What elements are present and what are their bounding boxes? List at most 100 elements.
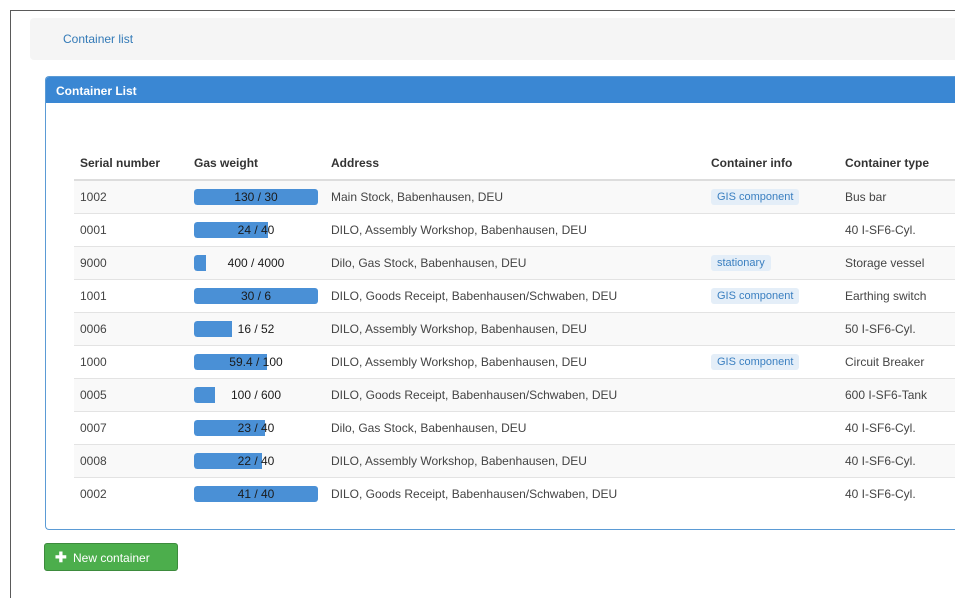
container-list-panel: Container List Serial number Gas weight … bbox=[45, 76, 955, 530]
cell-container-type: 40 I-SF6-Cyl. bbox=[839, 477, 955, 510]
cell-gas-weight: 23 / 40 bbox=[188, 411, 325, 445]
cell-container-info bbox=[705, 312, 839, 346]
table-row[interactable]: 0001 24 / 40 DILO, Assembly Workshop, Babe… bbox=[74, 213, 955, 247]
header-container-type[interactable]: Container type bbox=[839, 147, 955, 181]
cell-container-info: GIS component bbox=[705, 179, 839, 214]
table-row[interactable]: 9000 400 / 4000 Dilo, Gas Stock, Babenhaus… bbox=[74, 246, 955, 280]
table-body: 1002 130 / 30 Main Stock, Babenhausen, DEU… bbox=[74, 179, 955, 510]
gas-weight-gauge: 24 / 40 bbox=[194, 222, 318, 238]
cell-container-info: GIS component bbox=[705, 345, 839, 379]
container-info-badge: stationary bbox=[711, 255, 771, 271]
cell-serial-number: 0001 bbox=[74, 213, 188, 247]
cell-container-type: Circuit Breaker bbox=[839, 345, 955, 379]
gas-weight-gauge: 130 / 30 bbox=[194, 189, 318, 205]
cell-container-type: Earthing switch bbox=[839, 279, 955, 313]
header-address[interactable]: Address bbox=[325, 147, 705, 181]
gas-weight-value: 59.4 / 100 bbox=[229, 355, 283, 369]
gas-weight-gauge: 100 / 600 bbox=[194, 387, 318, 403]
gas-weight-gauge: 23 / 40 bbox=[194, 420, 318, 436]
cell-container-info: stationary bbox=[705, 246, 839, 280]
gas-weight-gauge: 16 / 52 bbox=[194, 321, 318, 337]
table-row[interactable]: 1001 30 / 6 DILO, Goods Receipt, Babenhaus… bbox=[74, 279, 955, 313]
plus-icon: ✚ bbox=[55, 549, 67, 565]
cell-container-info bbox=[705, 378, 839, 412]
cell-container-type: Storage vessel bbox=[839, 246, 955, 280]
cell-serial-number: 0007 bbox=[74, 411, 188, 445]
table-row[interactable]: 0007 23 / 40 Dilo, Gas Stock, Babenhausen,… bbox=[74, 411, 955, 445]
gas-weight-value: 23 / 40 bbox=[237, 421, 275, 435]
panel-title: Container List bbox=[56, 84, 137, 98]
cell-address: DILO, Assembly Workshop, Babenhausen, DE… bbox=[325, 444, 705, 478]
container-info-badge: GIS component bbox=[711, 288, 800, 304]
gas-weight-gauge: 59.4 / 100 bbox=[194, 354, 318, 370]
cell-address: DILO, Assembly Workshop, Babenhausen, DE… bbox=[325, 312, 705, 346]
cell-container-type: 40 I-SF6-Cyl. bbox=[839, 444, 955, 478]
breadcrumb: Container list bbox=[30, 18, 955, 60]
cell-container-info bbox=[705, 477, 839, 510]
new-container-button[interactable]: ✚ New container bbox=[44, 543, 178, 571]
header-gas-weight[interactable]: Gas weight bbox=[188, 147, 325, 181]
gas-weight-gauge: 22 / 40 bbox=[194, 453, 318, 469]
cell-address: Dilo, Gas Stock, Babenhausen, DEU bbox=[325, 246, 705, 280]
cell-address: DILO, Goods Receipt, Babenhausen/Schwabe… bbox=[325, 477, 705, 510]
cell-gas-weight: 22 / 40 bbox=[188, 444, 325, 478]
cell-serial-number: 1000 bbox=[74, 345, 188, 379]
table-row[interactable]: 1000 59.4 / 100 DILO, Assembly Workshop, B… bbox=[74, 345, 955, 379]
cell-gas-weight: 24 / 40 bbox=[188, 213, 325, 247]
table-row[interactable]: 0002 41 / 40 DILO, Goods Receipt, Babenhau… bbox=[74, 477, 955, 510]
cell-address: DILO, Goods Receipt, Babenhausen/Schwabe… bbox=[325, 279, 705, 313]
gas-weight-value: 400 / 4000 bbox=[227, 256, 285, 270]
container-info-badge: GIS component bbox=[711, 354, 800, 370]
gas-weight-value: 30 / 6 bbox=[240, 289, 272, 303]
cell-address: DILO, Assembly Workshop, Babenhausen, DE… bbox=[325, 345, 705, 379]
cell-gas-weight: 41 / 40 bbox=[188, 477, 325, 510]
header-serial-number[interactable]: Serial number bbox=[74, 147, 188, 181]
cell-address: DILO, Assembly Workshop, Babenhausen, DE… bbox=[325, 213, 705, 247]
breadcrumb-container-list[interactable]: Container list bbox=[63, 32, 133, 46]
cell-address: DILO, Goods Receipt, Babenhausen/Schwabe… bbox=[325, 378, 705, 412]
cell-address: Main Stock, Babenhausen, DEU bbox=[325, 179, 705, 214]
gas-weight-value: 100 / 600 bbox=[230, 388, 282, 402]
cell-container-type: 50 I-SF6-Cyl. bbox=[839, 312, 955, 346]
table-row[interactable]: 0008 22 / 40 DILO, Assembly Workshop, Babe… bbox=[74, 444, 955, 478]
table-row[interactable]: 0006 16 / 52 DILO, Assembly Workshop, Babe… bbox=[74, 312, 955, 346]
cell-container-info bbox=[705, 213, 839, 247]
table-header-row: Serial number Gas weight Address Contain… bbox=[74, 147, 955, 181]
gas-weight-gauge: 30 / 6 bbox=[194, 288, 318, 304]
table-row[interactable]: 1002 130 / 30 Main Stock, Babenhausen, DEU… bbox=[74, 179, 955, 214]
panel-heading: Container List bbox=[46, 77, 955, 103]
gas-weight-value: 22 / 40 bbox=[237, 454, 275, 468]
gas-weight-value: 24 / 40 bbox=[237, 223, 275, 237]
header-container-info[interactable]: Container info bbox=[705, 147, 839, 181]
cell-serial-number: 9000 bbox=[74, 246, 188, 280]
gas-weight-value: 41 / 40 bbox=[237, 487, 275, 501]
cell-gas-weight: 59.4 / 100 bbox=[188, 345, 325, 379]
table-row[interactable]: 0005 100 / 600 DILO, Goods Receipt, Babenh… bbox=[74, 378, 955, 412]
cell-address: Dilo, Gas Stock, Babenhausen, DEU bbox=[325, 411, 705, 445]
gas-weight-value: 16 / 52 bbox=[237, 322, 275, 336]
gas-weight-value: 130 / 30 bbox=[234, 190, 278, 204]
cell-serial-number: 1002 bbox=[74, 179, 188, 214]
gas-weight-gauge: 41 / 40 bbox=[194, 486, 318, 502]
container-info-badge: GIS component bbox=[711, 189, 800, 205]
cell-serial-number: 1001 bbox=[74, 279, 188, 313]
cell-container-info: GIS component bbox=[705, 279, 839, 313]
cell-gas-weight: 16 / 52 bbox=[188, 312, 325, 346]
cell-container-type: 40 I-SF6-Cyl. bbox=[839, 213, 955, 247]
cell-container-type: Bus bar bbox=[839, 179, 955, 214]
cell-serial-number: 0006 bbox=[74, 312, 188, 346]
cell-gas-weight: 130 / 30 bbox=[188, 179, 325, 214]
cell-container-info bbox=[705, 411, 839, 445]
table-header: Serial number Gas weight Address Contain… bbox=[74, 147, 955, 181]
cell-serial-number: 0005 bbox=[74, 378, 188, 412]
container-table: Serial number Gas weight Address Contain… bbox=[74, 147, 955, 510]
gas-weight-gauge: 400 / 4000 bbox=[194, 255, 318, 271]
cell-gas-weight: 100 / 600 bbox=[188, 378, 325, 412]
new-container-label: New container bbox=[73, 551, 150, 565]
cell-container-type: 600 I-SF6-Tank bbox=[839, 378, 955, 412]
cell-gas-weight: 400 / 4000 bbox=[188, 246, 325, 280]
cell-container-info bbox=[705, 444, 839, 478]
cell-container-type: 40 I-SF6-Cyl. bbox=[839, 411, 955, 445]
cell-serial-number: 0002 bbox=[74, 477, 188, 510]
cell-serial-number: 0008 bbox=[74, 444, 188, 478]
